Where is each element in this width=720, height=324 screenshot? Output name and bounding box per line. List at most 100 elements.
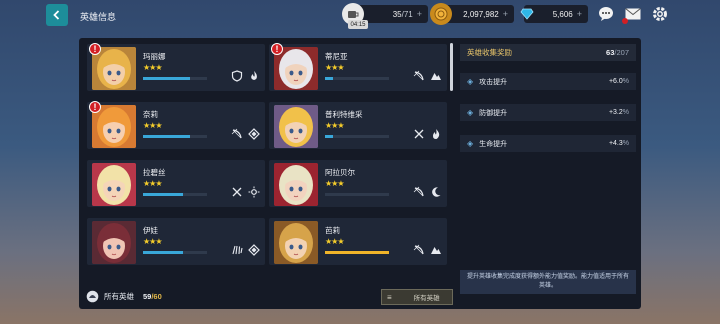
bonus-label: 防御提升 xyxy=(479,109,508,117)
hero-star-rating: ★★★ xyxy=(143,63,162,72)
hero-card[interactable]: 芭莉 ★★★ xyxy=(269,218,447,265)
bonus-value: +6.0 xyxy=(608,78,623,85)
hero-star-rating: ★★★ xyxy=(325,237,344,246)
hero-progress-fill xyxy=(143,77,190,80)
collection-note: 提升英雄收集完成度获得额外能力值奖励。能力值适用于所有英雄。 xyxy=(460,270,636,294)
hero-name: 伊娃 xyxy=(143,226,158,235)
crossed-swords-icon xyxy=(231,186,243,198)
hero-portrait xyxy=(92,163,136,206)
diamond-bullet-icon: ◈ xyxy=(467,108,474,117)
hero-progress-bar xyxy=(143,77,207,80)
diamond-icon xyxy=(248,244,260,256)
collection-title: 英雄收集奖励 xyxy=(467,48,512,57)
hero-card[interactable]: ! 蒂尼亚 ★★★ xyxy=(269,43,447,91)
alert-icon: ! xyxy=(89,101,101,113)
gold-add-button[interactable]: + xyxy=(503,9,508,19)
gear-icon xyxy=(653,7,667,21)
alert-icon: ! xyxy=(271,43,283,55)
gem-value: 5,606 xyxy=(552,9,573,19)
settings-button[interactable] xyxy=(652,6,668,22)
bonus-row-defense: ◈ 防御提升 +3.2% xyxy=(460,104,636,121)
gold-value: 2,097,982 xyxy=(463,9,499,19)
hero-name: 奈莉 xyxy=(143,110,158,119)
bonus-value: +3.2 xyxy=(608,109,623,116)
hero-helmet-icon xyxy=(86,290,99,303)
chevron-left-icon xyxy=(53,10,60,20)
hero-count-total: /60 xyxy=(151,292,162,301)
hero-list-scrollbar[interactable] xyxy=(450,43,453,91)
hero-count-owned: 59 xyxy=(143,292,152,301)
bonus-row-health: ◈ 生命提升 +4.3% xyxy=(460,135,636,152)
gold-coin-icon xyxy=(430,3,452,25)
hero-filter-button[interactable]: ≡ 所有英雄 xyxy=(381,289,453,305)
bonus-unit: % xyxy=(622,109,629,116)
hero-progress-bar xyxy=(325,193,389,196)
hero-portrait xyxy=(274,163,318,206)
hero-card[interactable]: 拉碧丝 ★★★ xyxy=(87,160,265,207)
hero-card[interactable]: 伊娃 ★★★ xyxy=(87,218,265,265)
back-button[interactable] xyxy=(46,4,68,26)
stamina-max: /71 xyxy=(401,9,413,19)
mountain-icon xyxy=(430,244,442,256)
bonus-unit: % xyxy=(622,140,629,147)
hero-star-rating: ★★★ xyxy=(143,179,162,188)
chat-button[interactable] xyxy=(598,6,614,22)
gem-add-button[interactable]: + xyxy=(577,9,582,19)
hero-card[interactable]: 普利特维采 ★★★ xyxy=(269,102,447,149)
hero-list[interactable]: ! 玛丽娜 ★★★! 蒂尼亚 ★★★! 奈莉 ★★★ 普利特维采 ★★★ 拉碧丝 ★★★ 阿拉贝尔 ★★… xyxy=(83,42,450,274)
hero-count-summary: 所有英雄 59 /60 xyxy=(86,290,162,303)
hero-name: 蒂尼亚 xyxy=(325,52,348,61)
hero-portrait xyxy=(274,105,318,148)
alert-icon: ! xyxy=(89,43,101,55)
hero-card[interactable]: ! 玛丽娜 ★★★ xyxy=(87,43,265,91)
hero-progress-fill xyxy=(325,135,333,138)
hero-progress-bar xyxy=(143,193,207,196)
hero-progress-fill xyxy=(143,135,190,138)
bow-icon xyxy=(231,128,243,140)
hero-star-rating: ★★★ xyxy=(325,63,344,72)
hero-card[interactable]: ! 奈莉 ★★★ xyxy=(87,101,265,149)
hero-card[interactable]: 阿拉贝尔 ★★★ xyxy=(269,160,447,207)
diamond-bullet-icon: ◈ xyxy=(467,77,474,86)
hero-progress-fill xyxy=(143,193,183,196)
hero-name: 玛丽娜 xyxy=(143,52,166,61)
hero-progress-bar xyxy=(143,135,207,138)
collection-max: /207 xyxy=(614,48,629,57)
hero-star-rating: ★★★ xyxy=(143,121,162,130)
moon-icon xyxy=(430,186,442,198)
chat-bubble-icon xyxy=(599,7,613,21)
hero-progress-bar xyxy=(325,135,389,138)
hero-star-rating: ★★★ xyxy=(325,179,344,188)
mail-notification-dot xyxy=(622,18,628,24)
shield-icon xyxy=(231,70,243,82)
flame-icon xyxy=(430,128,442,140)
menu-lines-icon: ≡ xyxy=(387,292,392,302)
bow-icon xyxy=(413,186,425,198)
stamina-timer: 04:15 xyxy=(348,20,368,29)
hero-progress-bar xyxy=(143,251,207,254)
bonus-unit: % xyxy=(622,78,629,85)
gem-counter: 5,606 + xyxy=(520,5,588,23)
gold-counter: 2,097,982 + xyxy=(430,3,514,25)
stamina-add-button[interactable]: + xyxy=(417,9,422,19)
sun-icon xyxy=(248,186,260,198)
hero-star-rating: ★★★ xyxy=(143,237,162,246)
hero-progress-fill xyxy=(143,251,183,254)
hero-progress-fill xyxy=(325,77,333,80)
bow-icon xyxy=(413,70,425,82)
bonus-label: 生命提升 xyxy=(479,140,508,148)
claw-icon xyxy=(231,244,243,256)
mountain-icon xyxy=(430,70,442,82)
mail-button[interactable] xyxy=(622,6,641,24)
hero-name: 阿拉贝尔 xyxy=(325,168,355,177)
collection-reward-header: 英雄收集奖励 63/207 xyxy=(460,44,636,61)
hero-star-rating: ★★★ xyxy=(325,121,344,130)
diamond-icon xyxy=(248,128,260,140)
hero-portrait xyxy=(274,221,318,264)
hero-portrait xyxy=(92,221,136,264)
hero-progress-fill xyxy=(325,251,389,254)
crossed-swords-icon xyxy=(413,128,425,140)
stamina-value: 35 xyxy=(392,9,402,19)
page-title: 英雄信息 xyxy=(80,12,117,22)
bonus-value: +4.3 xyxy=(608,140,623,147)
